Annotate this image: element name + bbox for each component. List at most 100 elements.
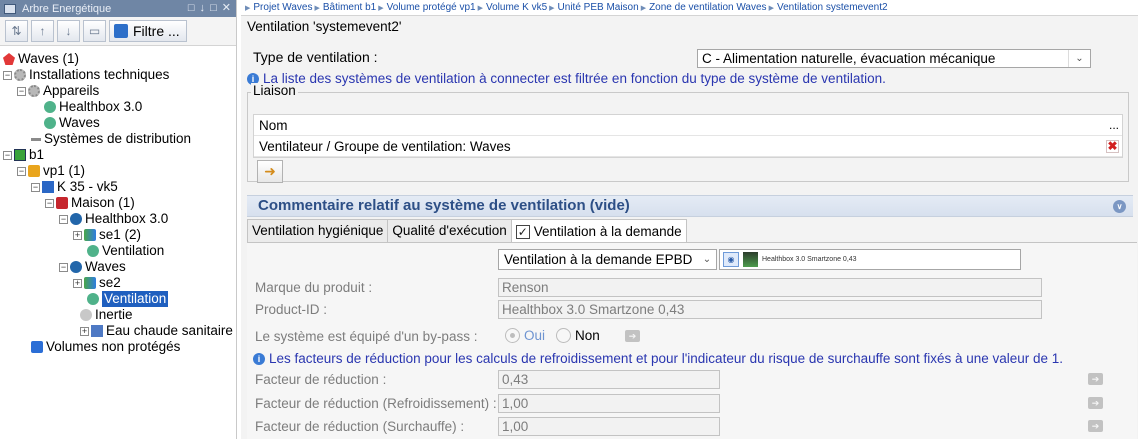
gear-icon xyxy=(28,85,40,97)
tree-item-waves-project[interactable]: Waves (1) xyxy=(3,51,79,67)
tree-item-b1[interactable]: − b1 xyxy=(3,147,44,163)
tree-item-waves-zone[interactable]: − Waves xyxy=(59,259,126,275)
tab-ventilation-hygienique[interactable]: Ventilation hygiénique xyxy=(247,219,389,242)
radio-unselected-icon xyxy=(556,328,571,343)
tree-item-label: Appareils xyxy=(43,83,100,98)
tree-item-vp1[interactable]: − vp1 (1) xyxy=(17,163,85,179)
product-selector[interactable]: ◉ Healthbox 3.0 Smartzone 0,43 xyxy=(719,249,1021,270)
liaison-table: Nom ... Ventilateur / Groupe de ventilat… xyxy=(253,114,1123,158)
brand-field[interactable]: Renson xyxy=(498,278,1042,297)
expand-icon[interactable]: + xyxy=(80,326,89,336)
ventilation-type-select[interactable]: C - Alimentation naturelle, évacuation m… xyxy=(697,49,1091,68)
factor-cooling-label: Facteur de réduction (Refroidissement) : xyxy=(255,396,497,411)
tree-item-label: Systèmes de distribution xyxy=(44,131,192,146)
healthbox-icon xyxy=(70,261,82,273)
tree-item-maison[interactable]: − Maison (1) xyxy=(45,195,135,211)
radio-selected-icon xyxy=(505,328,520,343)
tree-item-appareils[interactable]: − Appareils xyxy=(17,83,99,99)
factor-cooling-field[interactable]: 1,00 xyxy=(498,394,720,413)
factor-field[interactable]: 0,43 xyxy=(498,370,720,389)
tree-item-inertie[interactable]: Inertie xyxy=(80,307,133,323)
reset-icon[interactable]: ➔ xyxy=(1088,373,1103,385)
collapse-icon[interactable]: − xyxy=(17,166,26,176)
factor-overheat-field[interactable]: 1,00 xyxy=(498,417,720,436)
fan-icon xyxy=(44,117,56,129)
tree-item-se1[interactable]: + se1 (2) xyxy=(73,227,141,243)
info-reduction-text: Les facteurs de réduction pour les calcu… xyxy=(269,351,1064,366)
collapse-icon[interactable]: − xyxy=(3,150,12,160)
more-button[interactable]: ... xyxy=(1109,115,1119,136)
product-image-icon xyxy=(743,252,758,267)
product-id-field[interactable]: Healthbox 3.0 Smartzone 0,43 xyxy=(498,300,1042,319)
info-filter-text: La liste des systèmes de ventilation à c… xyxy=(263,71,886,86)
section-title: Ventilation 'systemevent2' xyxy=(247,19,402,34)
reset-icon[interactable]: ➔ xyxy=(1088,420,1103,432)
tree-item-label: se1 (2) xyxy=(99,227,142,242)
gear-icon xyxy=(14,69,26,81)
tree-item-volumes-non-proteges[interactable]: Volumes non protégés xyxy=(31,339,180,355)
tree-item-label: Eau chaude sanitaire xyxy=(106,323,233,338)
reset-icon[interactable]: ➔ xyxy=(625,330,640,342)
inertia-icon xyxy=(80,309,92,321)
tree-item-waves-device[interactable]: Waves xyxy=(44,115,100,131)
tree-item-k35[interactable]: − K 35 - vk5 xyxy=(31,179,118,195)
tree-item-distribution[interactable]: Systèmes de distribution xyxy=(31,131,191,147)
unprotected-volume-icon xyxy=(31,341,43,353)
info-reduction-message: i Les facteurs de réduction pour les cal… xyxy=(253,351,1063,366)
bypass-yes-radio[interactable]: Oui xyxy=(505,328,545,343)
house-icon xyxy=(56,197,68,209)
link-button[interactable]: ➜ xyxy=(257,160,283,183)
liaison-legend: Liaison xyxy=(251,83,298,98)
tree-item-eau-chaude[interactable]: + Eau chaude sanitaire xyxy=(80,323,233,339)
tree-item-healthbox-zone[interactable]: − Healthbox 3.0 xyxy=(59,211,168,227)
collapse-all-icon[interactable]: ⇅ xyxy=(5,20,28,42)
expand-icon[interactable]: + xyxy=(73,278,82,288)
collapse-icon[interactable]: − xyxy=(59,214,68,224)
tree-item-label: vp1 (1) xyxy=(43,163,86,178)
link-icon: ➜ xyxy=(264,163,276,179)
move-up-icon[interactable]: ↑ xyxy=(31,20,54,42)
table-row[interactable]: Ventilateur / Groupe de ventilation: Wav… xyxy=(254,136,1122,157)
demand-type-select[interactable]: Ventilation à la demande EPBD ⌄ xyxy=(498,249,717,270)
collapse-icon[interactable]: − xyxy=(31,182,40,192)
product-id-label: Product-ID : xyxy=(255,302,328,317)
delete-icon[interactable]: ✖ xyxy=(1106,140,1119,153)
collapse-icon[interactable]: − xyxy=(45,198,54,208)
tab-qualite-execution[interactable]: Qualité d'exécution xyxy=(387,219,512,242)
tab-ventilation-demande[interactable]: ✓ Ventilation à la demande xyxy=(510,219,687,243)
tree-item-ventilation-1[interactable]: Ventilation xyxy=(87,243,164,259)
tree-item-installations[interactable]: − Installations techniques xyxy=(3,67,169,83)
move-down-icon[interactable]: ↓ xyxy=(57,20,80,42)
filter-label: Filtre ... xyxy=(133,23,180,39)
liaison-header-row: Nom ... xyxy=(254,115,1122,136)
expand-chevron-icon[interactable]: ∨ xyxy=(1113,200,1126,213)
reset-icon[interactable]: ➔ xyxy=(1088,397,1103,409)
comment-bar[interactable]: Commentaire relatif au système de ventil… xyxy=(247,195,1133,217)
tree-item-label: K 35 - vk5 xyxy=(57,179,118,194)
collapse-icon[interactable]: − xyxy=(17,86,26,96)
tree-item-label: Ventilation xyxy=(102,291,169,307)
product-lookup-icon[interactable]: ◉ xyxy=(723,252,739,267)
tree-item-healthbox-device[interactable]: Healthbox 3.0 xyxy=(44,99,142,115)
tree-item-label: b1 xyxy=(29,147,45,162)
view-toggle-icon[interactable]: ▭ xyxy=(83,20,106,42)
tree-item-label: Waves xyxy=(85,259,126,274)
comment-bar-label: Commentaire relatif au système de ventil… xyxy=(258,197,630,214)
tree-item-label: Waves (1) xyxy=(18,51,80,66)
filter-button[interactable]: Filtre ... xyxy=(109,20,187,42)
waves-icon xyxy=(3,53,15,65)
expand-icon[interactable]: + xyxy=(73,230,82,240)
checkbox-checked-icon[interactable]: ✓ xyxy=(515,224,530,239)
tree-item-label: Maison (1) xyxy=(71,195,135,210)
collapse-icon[interactable]: − xyxy=(3,70,12,80)
tree-item-ventilation-2-selected[interactable]: Ventilation xyxy=(87,291,169,307)
collapse-icon[interactable]: − xyxy=(59,262,68,272)
tree-item-se2[interactable]: + se2 xyxy=(73,275,121,291)
tree-item-label: Inertie xyxy=(95,307,133,322)
bypass-no-radio[interactable]: Non xyxy=(556,328,600,343)
chevron-down-icon[interactable]: ⌄ xyxy=(1068,50,1090,67)
fan-icon xyxy=(44,101,56,113)
window-controls[interactable]: □ ↓ □ ✕ xyxy=(188,1,232,14)
tab-label: Ventilation hygiénique xyxy=(252,223,384,238)
chevron-down-icon[interactable]: ⌄ xyxy=(698,250,716,269)
